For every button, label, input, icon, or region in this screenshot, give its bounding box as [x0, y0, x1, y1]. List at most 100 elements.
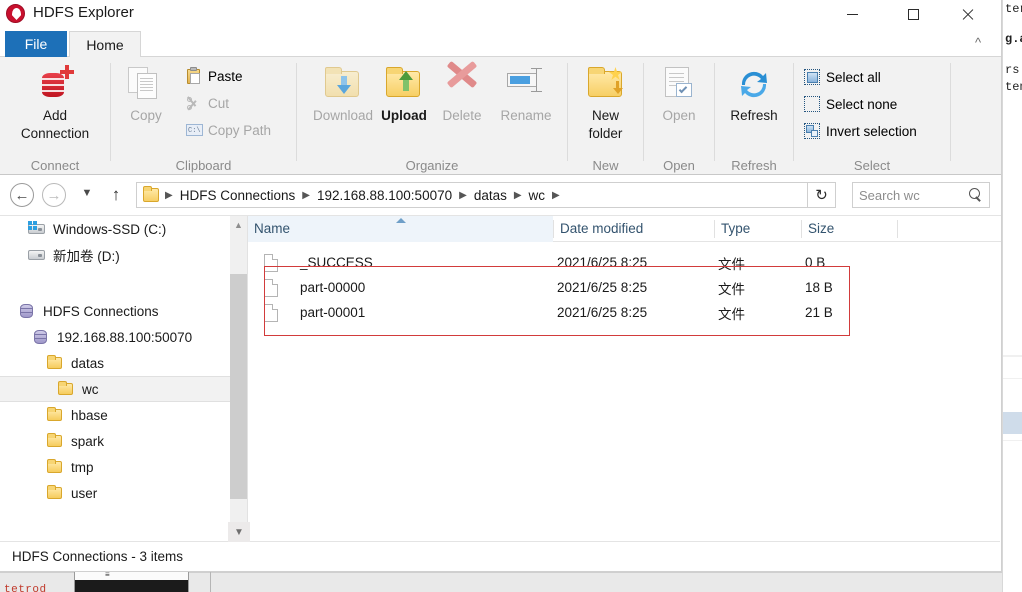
database-icon — [32, 329, 50, 345]
nav-item-datas[interactable]: datas — [0, 350, 230, 376]
scrollbar-thumb[interactable] — [230, 274, 247, 499]
table-row[interactable]: part-00000 2021/6/25 8:25 文件 18 B — [248, 275, 1001, 300]
breadcrumb-sep-0[interactable]: ▶ — [163, 190, 175, 201]
ribbon-group-label-clipboard: Clipboard — [175, 158, 232, 173]
new-folder-button[interactable]: New folder — [568, 63, 643, 141]
cut-label: Cut — [208, 95, 230, 111]
select-none-button[interactable]: Select none — [804, 93, 897, 115]
cut-button[interactable]: Cut — [186, 92, 229, 114]
select-all-label: Select all — [826, 69, 881, 85]
cell-type: 文件 — [718, 306, 745, 322]
copy-button[interactable]: Copy — [111, 63, 181, 123]
hdfs-explorer-logo-icon — [6, 4, 25, 23]
cell-size: 21 B — [805, 305, 833, 320]
file-icon — [264, 278, 278, 297]
open-document-icon — [658, 63, 700, 105]
invert-selection-button[interactable]: Invert selection — [804, 120, 917, 142]
column-divider-4[interactable] — [897, 220, 898, 238]
nav-item-hbase[interactable]: hbase — [0, 402, 230, 428]
nav-item-hdfs-connections[interactable]: HDFS Connections — [0, 298, 230, 324]
cell-size: 18 B — [805, 280, 833, 295]
column-header-name[interactable]: Name — [248, 216, 553, 242]
open-button[interactable]: Open — [644, 63, 714, 123]
scissors-icon — [186, 95, 203, 112]
upload-label: Upload — [381, 108, 427, 123]
maximize-button[interactable] — [890, 0, 936, 28]
paste-button[interactable]: Paste — [186, 65, 243, 87]
nav-item-tmp[interactable]: tmp — [0, 454, 230, 480]
up-button[interactable]: ↑ — [105, 184, 127, 206]
search-input[interactable]: Search wc — [859, 188, 969, 203]
breadcrumb-sep-2[interactable]: ▶ — [457, 190, 469, 201]
nav-item-hdfs-host[interactable]: 192.168.88.100:50070 — [0, 324, 230, 350]
select-all-button[interactable]: Select all — [804, 66, 881, 88]
breadcrumb-item-0[interactable]: HDFS Connections — [175, 188, 301, 203]
breadcrumb-item-1[interactable]: 192.168.88.100:50070 — [312, 188, 457, 203]
nav-item-label: spark — [71, 433, 105, 449]
folder-icon — [46, 485, 64, 501]
database-add-icon — [34, 63, 76, 105]
scrollbar-up-button[interactable]: ▲ — [230, 216, 247, 233]
column-header-date-modified[interactable]: Date modified — [554, 216, 714, 242]
close-button[interactable] — [944, 0, 990, 28]
navigation-pane: Windows-SSD (C:) 新加卷 (D:) HDFS Connectio… — [0, 216, 230, 544]
folder-icon — [46, 433, 64, 449]
background-divider-3 — [1003, 440, 1022, 441]
back-button[interactable]: ← — [10, 183, 34, 207]
details-collapse-button[interactable]: ▼ — [228, 522, 250, 542]
arrow-right-icon: → — [46, 186, 62, 204]
breadcrumb-item-3[interactable]: wc — [524, 188, 551, 203]
nav-item-wc[interactable]: wc — [0, 376, 230, 402]
nav-item-windows-ssd[interactable]: Windows-SSD (C:) — [0, 216, 230, 242]
invert-selection-icon — [804, 122, 821, 140]
refresh-arrows-svg — [741, 71, 767, 98]
search-box[interactable]: Search wc — [852, 182, 990, 208]
table-row[interactable]: _SUCCESS 2021/6/25 8:25 文件 0 B — [248, 250, 1001, 275]
ribbon-group-label-connect: Connect — [30, 158, 80, 173]
recent-locations-button[interactable]: ▼ — [78, 187, 96, 203]
nav-item-new-volume-d[interactable]: 新加卷 (D:) — [0, 242, 230, 268]
table-row[interactable]: part-00001 2021/6/25 8:25 文件 21 B — [248, 300, 1001, 325]
select-all-icon — [804, 68, 821, 86]
sort-ascending-icon — [396, 218, 406, 223]
forward-button[interactable]: → — [42, 183, 66, 207]
background-text-line-1: ter — [1005, 2, 1022, 16]
delete-label: Delete — [442, 108, 482, 123]
column-header-size[interactable]: Size — [802, 216, 897, 242]
invert-selection-label: Invert selection — [826, 123, 917, 139]
breadcrumb-sep-4[interactable]: ▶ — [550, 190, 562, 201]
screen-root: ter g.a rs ten ≡ tetrod HDFS Explorer Fi… — [0, 0, 1022, 592]
rename-button[interactable]: Rename — [487, 63, 565, 123]
ribbon-tab-strip: File Home ^ — [0, 28, 1001, 58]
copy-path-button[interactable]: C:\ Copy Path — [186, 119, 271, 141]
nav-item-label: hbase — [71, 407, 108, 423]
breadcrumb[interactable]: ▶ HDFS Connections ▶ 192.168.88.100:5007… — [136, 182, 808, 208]
nav-item-label: user — [71, 485, 98, 501]
breadcrumb-sep-3[interactable]: ▶ — [512, 190, 524, 201]
chevron-up-icon[interactable]: ^ — [969, 36, 987, 52]
new-folder-label-line2: folder — [588, 126, 623, 141]
address-refresh-button[interactable]: ↻ — [808, 182, 836, 208]
chevron-down-icon: ▼ — [81, 187, 93, 199]
minimize-button[interactable] — [829, 0, 875, 28]
copy-icon — [125, 63, 167, 105]
column-header-type[interactable]: Type — [715, 216, 802, 242]
nav-item-user[interactable]: user — [0, 480, 230, 506]
paste-label: Paste — [208, 68, 243, 84]
ribbon-group-label-new: New — [592, 158, 619, 173]
cell-date: 2021/6/25 8:25 — [557, 305, 648, 320]
breadcrumb-sep-1[interactable]: ▶ — [300, 190, 312, 201]
tab-home[interactable]: Home — [69, 31, 141, 58]
background-text-line-3: rs — [1005, 63, 1020, 77]
navigation-scrollbar[interactable]: ▲ ▼ — [230, 216, 247, 544]
ribbon-group-label-select: Select — [853, 158, 891, 173]
nav-item-spark[interactable]: spark — [0, 428, 230, 454]
add-connection-button[interactable]: Add Connection — [0, 63, 110, 141]
address-bar: ← → ▼ ↑ ▶ HDFS Connections ▶ 192.168.88.… — [0, 175, 1001, 215]
nav-item-label: 192.168.88.100:50070 — [57, 329, 193, 345]
cell-name: _SUCCESS — [300, 255, 373, 270]
breadcrumb-item-2[interactable]: datas — [469, 188, 512, 203]
status-text: HDFS Connections - 3 items — [12, 549, 184, 564]
refresh-button-ribbon[interactable]: Refresh — [715, 63, 793, 123]
tab-file[interactable]: File — [5, 31, 67, 58]
